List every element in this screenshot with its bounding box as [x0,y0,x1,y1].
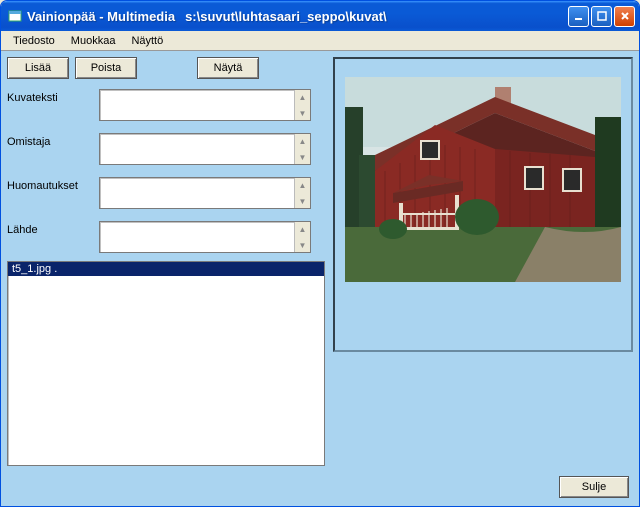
file-list[interactable]: t5_1.jpg . [7,261,325,466]
scroll-down-icon[interactable]: ▼ [295,150,310,164]
source-scrollbar[interactable]: ▲ ▼ [294,222,310,252]
scroll-down-icon[interactable]: ▼ [295,238,310,252]
client-area: Lisää Poista Näytä Kuvateksti ▲ ▼ Omista… [1,51,639,472]
scroll-down-icon[interactable]: ▼ [295,106,310,120]
scroll-up-icon[interactable]: ▲ [295,134,310,148]
owner-input[interactable]: ▲ ▼ [99,133,311,165]
maximize-button[interactable] [591,6,612,27]
caption-scrollbar[interactable]: ▲ ▼ [294,90,310,120]
scroll-up-icon[interactable]: ▲ [295,178,310,192]
caption-input[interactable]: ▲ ▼ [99,89,311,121]
owner-label: Omistaja [7,133,99,148]
menu-view[interactable]: Näyttö [123,34,171,48]
left-column: Lisää Poista Näytä Kuvateksti ▲ ▼ Omista… [7,57,325,466]
toolbar: Lisää Poista Näytä [7,57,325,79]
add-button[interactable]: Lisää [7,57,69,79]
window-controls [568,6,635,27]
preview-image [345,77,621,282]
minimize-button[interactable] [568,6,589,27]
close-dialog-button[interactable]: Sulje [559,476,629,498]
remove-button[interactable]: Poista [75,57,137,79]
window-title: Vainionpää - Multimedia [27,9,175,24]
app-window: Vainionpää - Multimedia s:\suvut\luhtasa… [0,0,640,507]
owner-scrollbar[interactable]: ▲ ▼ [294,134,310,164]
right-column [333,57,633,466]
menubar: Tiedosto Muokkaa Näyttö [1,31,639,51]
window-path: s:\suvut\luhtasaari_seppo\kuvat\ [185,9,568,24]
source-label: Lähde [7,221,99,236]
scroll-up-icon[interactable]: ▲ [295,222,310,236]
notes-scrollbar[interactable]: ▲ ▼ [294,178,310,208]
app-icon [7,8,23,24]
notes-label: Huomautukset [7,177,99,192]
form: Kuvateksti ▲ ▼ Omistaja ▲ ▼ Huom [7,89,325,253]
scroll-down-icon[interactable]: ▼ [295,194,310,208]
menu-edit[interactable]: Muokkaa [63,34,124,48]
preview-panel [333,57,633,352]
caption-label: Kuvateksti [7,89,99,104]
menu-file[interactable]: Tiedosto [5,34,63,48]
close-button[interactable] [614,6,635,27]
list-item[interactable]: t5_1.jpg . [8,262,324,276]
footer: Sulje [1,472,639,506]
titlebar: Vainionpää - Multimedia s:\suvut\luhtasa… [1,1,639,31]
show-button[interactable]: Näytä [197,57,259,79]
scroll-up-icon[interactable]: ▲ [295,90,310,104]
notes-input[interactable]: ▲ ▼ [99,177,311,209]
source-input[interactable]: ▲ ▼ [99,221,311,253]
house-image-icon [345,77,621,282]
